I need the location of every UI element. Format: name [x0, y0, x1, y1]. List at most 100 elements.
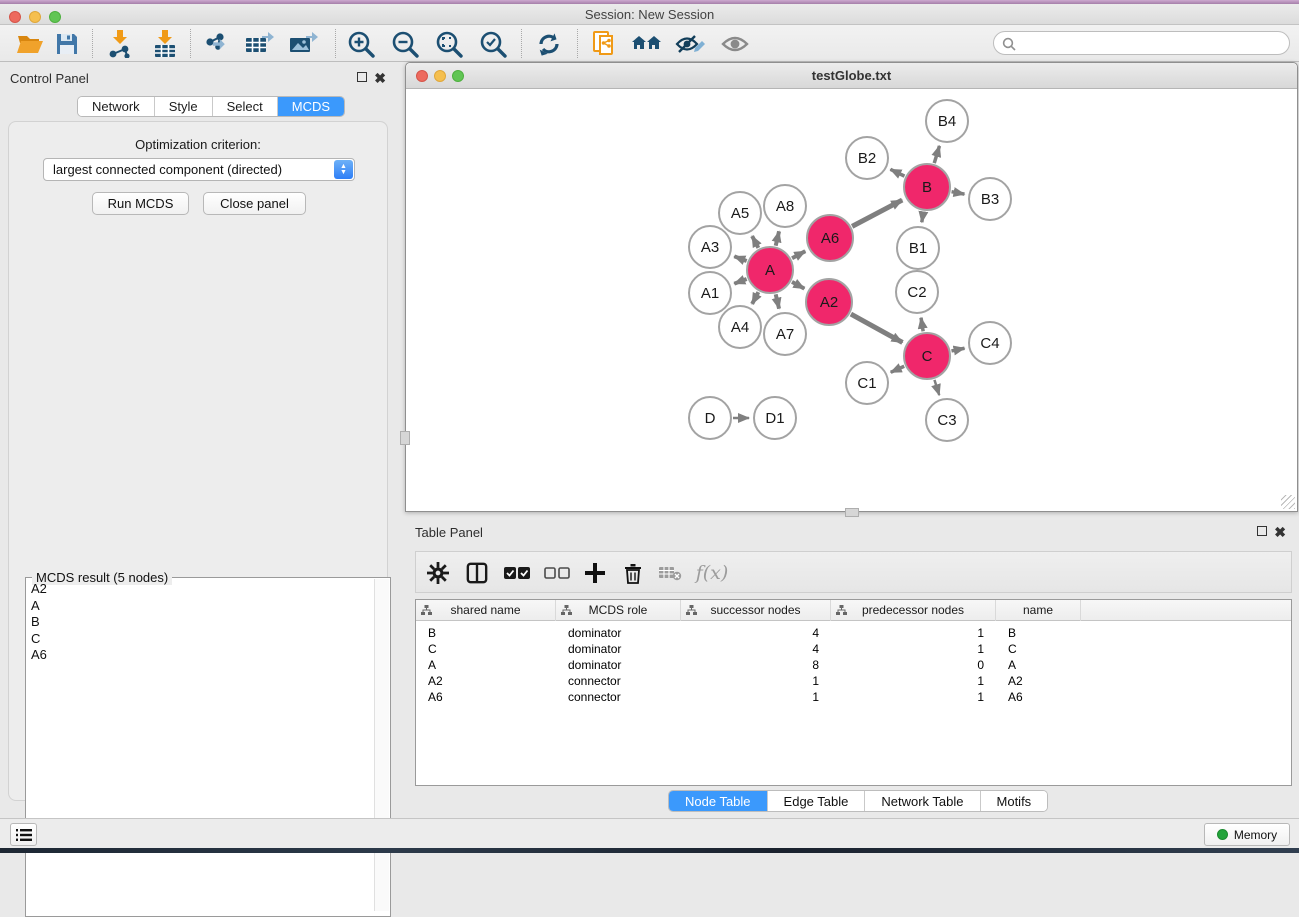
cell-mcds-role[interactable]: dominator: [568, 641, 678, 657]
cell-mcds-role[interactable]: dominator: [568, 625, 678, 641]
zoom-out-icon[interactable]: [388, 28, 422, 59]
cell-predecessor-nodes[interactable]: 1: [831, 689, 984, 705]
cell-successor-nodes[interactable]: 4: [681, 641, 819, 657]
table-row[interactable]: C dominator 4 1 C: [416, 641, 1291, 657]
cell-successor-nodes[interactable]: 1: [681, 689, 819, 705]
cell-shared-name[interactable]: C: [428, 641, 548, 657]
tab-select[interactable]: Select: [213, 97, 278, 116]
cell-predecessor-nodes[interactable]: 1: [831, 625, 984, 641]
cell-name[interactable]: A: [1008, 657, 1088, 673]
cell-successor-nodes[interactable]: 1: [681, 673, 819, 689]
run-mcds-button[interactable]: Run MCDS: [92, 192, 189, 215]
table-row[interactable]: A6 connector 1 1 A6: [416, 689, 1291, 705]
table-row[interactable]: A2 connector 1 1 A2: [416, 673, 1291, 689]
cell-successor-nodes[interactable]: 8: [681, 657, 819, 673]
column-header-name[interactable]: name: [996, 600, 1081, 621]
cell-mcds-role[interactable]: connector: [568, 673, 678, 689]
maximize-window-button[interactable]: [49, 11, 61, 23]
graph-edge-A2-C[interactable]: [851, 314, 903, 342]
column-header-successor-nodes[interactable]: successor nodes: [681, 600, 831, 621]
save-session-icon[interactable]: [50, 28, 84, 59]
clone-network-icon[interactable]: [588, 28, 622, 59]
tab-style[interactable]: Style: [155, 97, 213, 116]
table-row[interactable]: A dominator 8 0 A: [416, 657, 1291, 673]
graph-edge-A-A3[interactable]: [734, 256, 746, 261]
cell-name[interactable]: C: [1008, 641, 1088, 657]
hide-selected-icon[interactable]: [673, 28, 707, 59]
table-row[interactable]: B dominator 4 1 B: [416, 625, 1291, 641]
function-builder-icon[interactable]: f(x): [690, 557, 734, 589]
zoom-in-icon[interactable]: [344, 28, 378, 59]
graph-edge-A-A6[interactable]: [792, 251, 805, 258]
table-settings-gear-icon[interactable]: [421, 557, 455, 589]
list-item[interactable]: C: [27, 631, 375, 648]
show-all-icon[interactable]: [718, 28, 752, 59]
cell-shared-name[interactable]: A2: [428, 673, 548, 689]
splitter-handle-bottom[interactable]: [845, 508, 859, 517]
cell-mcds-role[interactable]: dominator: [568, 657, 678, 673]
tab-node-table[interactable]: Node Table: [669, 791, 768, 811]
tab-network[interactable]: Network: [78, 97, 155, 116]
graph-edge-B-B3[interactable]: [952, 192, 965, 194]
cell-mcds-role[interactable]: connector: [568, 689, 678, 705]
network-maximize-button[interactable]: [452, 70, 464, 82]
minimize-window-button[interactable]: [29, 11, 41, 23]
network-canvas[interactable]: B4B2BB3A5A8A6A3B1AA1C2A2A4A7C4CC1C3DD1: [406, 89, 1297, 511]
graph-edge-A-A7[interactable]: [776, 294, 779, 308]
cell-shared-name[interactable]: A6: [428, 689, 548, 705]
cell-name[interactable]: B: [1008, 625, 1088, 641]
zoom-fit-icon[interactable]: [432, 28, 466, 59]
zoom-selected-icon[interactable]: [476, 28, 510, 59]
graph-edge-A6-B[interactable]: [852, 200, 902, 226]
column-header-predecessor-nodes[interactable]: predecessor nodes: [831, 600, 996, 621]
graph-edge-B-B1[interactable]: [922, 212, 924, 223]
deselect-all-icon[interactable]: [540, 557, 574, 589]
cell-shared-name[interactable]: A: [428, 657, 548, 673]
close-panel-button[interactable]: Close panel: [203, 192, 306, 215]
column-header-mcds-role[interactable]: MCDS role: [556, 600, 681, 621]
graph-edge-A-A1[interactable]: [734, 279, 746, 284]
list-item[interactable]: A6: [27, 647, 375, 664]
import-table-icon[interactable]: [148, 28, 182, 59]
memory-button[interactable]: Memory: [1204, 823, 1290, 846]
close-window-button[interactable]: [9, 11, 21, 23]
cell-shared-name[interactable]: B: [428, 625, 548, 641]
cell-name[interactable]: A2: [1008, 673, 1088, 689]
open-file-icon[interactable]: [13, 28, 47, 59]
table-float-icon[interactable]: [1257, 526, 1267, 538]
network-close-button[interactable]: [416, 70, 428, 82]
graph-edge-A-A4[interactable]: [752, 292, 758, 304]
graph-edge-A-A5[interactable]: [752, 236, 758, 248]
export-table-icon[interactable]: [242, 28, 276, 59]
list-item[interactable]: A2: [27, 581, 375, 598]
search-input[interactable]: [1022, 34, 1282, 52]
graph-edge-C-C1[interactable]: [891, 366, 904, 372]
cell-predecessor-nodes[interactable]: 0: [831, 657, 984, 673]
optimization-criterion-select[interactable]: largest connected component (directed) ▲…: [43, 158, 355, 181]
cell-predecessor-nodes[interactable]: 1: [831, 673, 984, 689]
export-network-icon[interactable]: [200, 28, 234, 59]
cell-predecessor-nodes[interactable]: 1: [831, 641, 984, 657]
select-all-icon[interactable]: [500, 557, 534, 589]
table-close-icon[interactable]: ✖: [1274, 526, 1286, 538]
graph-edge-A-A8[interactable]: [776, 231, 779, 245]
network-window-titlebar[interactable]: testGlobe.txt: [406, 63, 1297, 89]
show-columns-icon[interactable]: [460, 557, 494, 589]
tab-network-table[interactable]: Network Table: [865, 791, 980, 811]
create-column-plus-icon[interactable]: [578, 557, 612, 589]
list-item[interactable]: A: [27, 598, 375, 615]
network-minimize-button[interactable]: [434, 70, 446, 82]
refresh-icon[interactable]: [532, 28, 566, 59]
close-panel-icon[interactable]: ✖: [374, 72, 386, 84]
task-history-button[interactable]: [10, 823, 37, 846]
cell-successor-nodes[interactable]: 4: [681, 625, 819, 641]
graph-edge-A-A2[interactable]: [792, 282, 804, 289]
result-scrollbar[interactable]: [374, 579, 389, 911]
list-item[interactable]: B: [27, 614, 375, 631]
import-network-icon[interactable]: [103, 28, 137, 59]
cell-name[interactable]: A6: [1008, 689, 1088, 705]
tab-mcds[interactable]: MCDS: [278, 97, 344, 116]
export-image-icon[interactable]: [286, 28, 320, 59]
tab-edge-table[interactable]: Edge Table: [768, 791, 866, 811]
graph-edge-C-C3[interactable]: [934, 380, 939, 395]
